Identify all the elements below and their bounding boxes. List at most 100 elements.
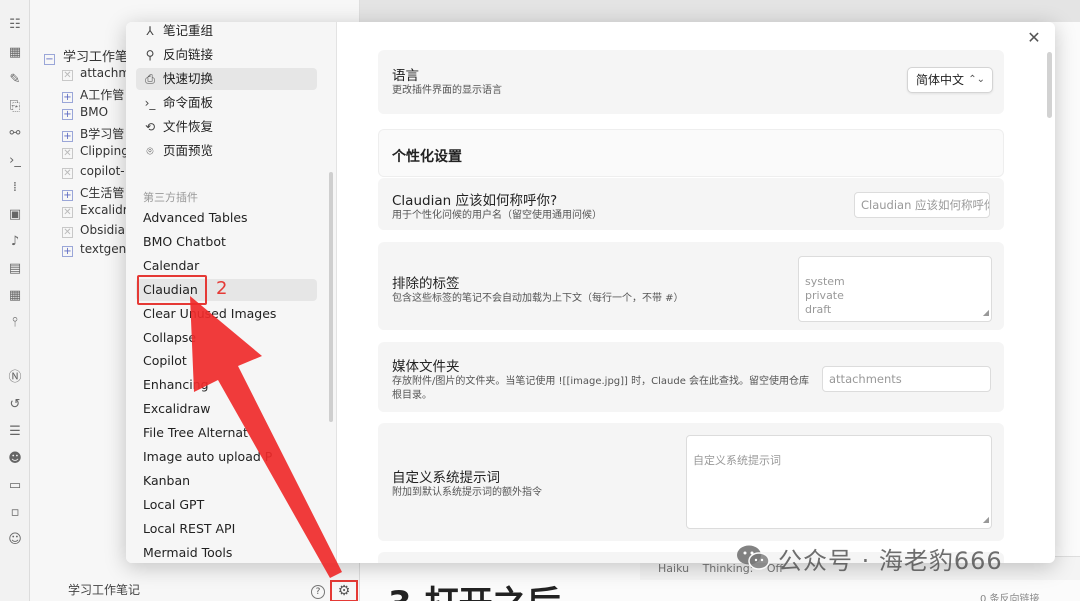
terminal-icon[interactable]: ›_ xyxy=(7,153,23,169)
tree-item[interactable]: ✕ Obsidia xyxy=(62,223,125,238)
terminal-icon: ›_ xyxy=(144,96,156,110)
tree-item-label: textgen xyxy=(80,242,127,257)
status-item-model[interactable]: Haiku xyxy=(658,562,689,575)
editor-heading: 3.打开之后 xyxy=(388,584,561,601)
expand-icon: + xyxy=(62,91,73,103)
settings-nav-label: 文件恢复 xyxy=(163,119,214,134)
language-select[interactable]: 简体中文 ⌃⌄ xyxy=(907,67,993,93)
settings-nav-plugin-item[interactable]: Mermaid Tools xyxy=(136,542,317,563)
tree-item[interactable]: + C生活管 xyxy=(62,184,124,201)
settings-nav-core-item[interactable]: ⚲ 反向链接 xyxy=(136,44,317,66)
link-icon: ⚲ xyxy=(145,48,155,62)
personalization-title: 个性化设置 xyxy=(392,149,462,165)
settings-nav-plugin-item[interactable]: Copilot xyxy=(136,350,317,372)
notion-icon[interactable]: Ⓝ xyxy=(7,370,23,386)
settings-nav-plugin-item[interactable]: Advanced Tables xyxy=(136,207,317,229)
layout-icon[interactable]: ▤ xyxy=(7,261,23,277)
settings-nav-core-item[interactable]: ⟲ 文件恢复 xyxy=(136,116,317,138)
resize-grip-icon[interactable]: ◢ xyxy=(983,513,989,527)
chat-icon[interactable]: ▭ xyxy=(7,478,23,494)
file-search-icon: ⎙ xyxy=(145,72,155,86)
settings-nav-plugin-item[interactable]: Local REST API xyxy=(136,518,317,540)
media-folder-setting: 媒体文件夹 存放附件/图片的文件夹。当笔记使用 ![[image.jpg]] 时… xyxy=(378,342,1004,412)
expand-icon: + xyxy=(62,130,73,142)
user-name-input[interactable]: Claudian 应该如何称呼你 xyxy=(854,192,990,218)
settings-nav-core-item[interactable]: ⌾ 页面预览 xyxy=(136,140,317,162)
settings-nav-label: 命令面板 xyxy=(163,95,214,110)
tree-item[interactable]: + textgen xyxy=(62,242,127,258)
table-icon[interactable]: ▦ xyxy=(7,288,23,304)
grid-icon[interactable]: ▦ xyxy=(7,45,23,61)
language-select-value: 简体中文 xyxy=(916,73,965,87)
tree-item[interactable]: ✕ copilot- xyxy=(62,164,125,179)
list-add-icon[interactable]: ☰ xyxy=(7,424,23,440)
tree-item-label: copilot- xyxy=(80,164,125,178)
numbers-icon[interactable]: ⁞ xyxy=(7,180,23,196)
graph-icon[interactable]: ⚯ xyxy=(7,126,23,142)
history-icon[interactable]: ↺ xyxy=(7,397,23,413)
tree-item[interactable]: ✕ attachm xyxy=(62,66,130,81)
canvas-icon[interactable]: ▣ xyxy=(7,207,23,223)
media-folder-input[interactable]: attachments xyxy=(822,366,991,392)
settings-nav-plugin-item[interactable]: Image auto upload P xyxy=(136,446,317,468)
settings-nav-plugin-item[interactable]: Local GPT xyxy=(136,494,317,516)
third-party-section-label: 第三方插件 xyxy=(143,191,198,204)
content-scrollbar[interactable] xyxy=(1047,52,1052,118)
tree-item-label: attachm xyxy=(80,66,131,80)
tree-item[interactable]: ✕ Excalidr xyxy=(62,203,128,219)
settings-nav-plugin-item[interactable]: Clear Unused Images xyxy=(136,303,317,325)
settings-nav-core-item[interactable]: ›_ 命令面板 xyxy=(136,92,317,114)
tree-item[interactable]: + B学习管 xyxy=(62,125,124,142)
mic-icon[interactable]: ♪ xyxy=(7,234,23,250)
system-prompt-setting: 自定义系统提示词 附加到默认系统提示词的额外指令 自定义系统提示词 ◢ xyxy=(378,423,1004,541)
settings-nav-plugin-item[interactable]: Excalidraw xyxy=(136,398,317,420)
user-name-setting: Claudian 应该如何称呼你? 用于个性化问候的用户名（留空使用通用问候） … xyxy=(378,178,1004,230)
settings-gear-button[interactable]: ⚙ xyxy=(330,580,358,601)
excluded-tags-textarea[interactable]: system private draft ◢ xyxy=(798,256,992,322)
settings-nav-plugin-item[interactable]: File Tree Alternat xyxy=(136,422,317,444)
annotation-number-2: 2 xyxy=(216,278,228,299)
robot-icon[interactable]: ☺ xyxy=(7,532,23,548)
file-search-icon[interactable]: ⎘ xyxy=(7,99,23,115)
sidebar-scrollbar[interactable] xyxy=(329,172,333,422)
resize-grip-icon[interactable]: ◢ xyxy=(983,306,989,320)
file-icon: ✕ xyxy=(62,207,73,219)
user-name-title: Claudian 应该如何称呼你? xyxy=(392,193,558,209)
bot-icon[interactable]: ☻ xyxy=(7,451,23,467)
tree-item-label: Excalidr xyxy=(80,203,128,218)
settings-nav-label: 快速切换 xyxy=(163,71,214,86)
tree-item[interactable]: + BMO xyxy=(62,105,108,121)
brush-icon[interactable]: ✎ xyxy=(7,72,23,88)
settings-nav-plugin-item[interactable]: Collapse xyxy=(136,327,317,349)
settings-nav-core-item[interactable]: ⅄ 笔记重组 xyxy=(136,22,317,42)
help-icon[interactable]: ? xyxy=(311,585,325,599)
file-icon: ✕ xyxy=(62,226,73,238)
excluded-tags-desc: 包含这些标签的笔记不会自动加载为上下文（每行一个，不带 #） xyxy=(392,293,684,304)
file-icon: ✕ xyxy=(62,148,73,160)
expand-icon: + xyxy=(62,246,73,258)
tree-item[interactable]: ✕ Clipping xyxy=(62,144,129,160)
expand-icon: + xyxy=(62,189,73,201)
excluded-tags-title: 排除的标签 xyxy=(392,276,460,292)
thermometer-icon[interactable]: ⫯ xyxy=(7,315,23,331)
settings-nav-core-item[interactable]: ⎙ 快速切换 xyxy=(136,68,317,90)
tree-item[interactable]: + A工作管 xyxy=(62,86,124,103)
tree-item-label: Clipping xyxy=(80,144,129,159)
tree-item-label: C生活管 xyxy=(80,185,125,200)
collapse-icon[interactable]: − xyxy=(44,54,55,65)
settings-nav-plugin-item[interactable]: Calendar xyxy=(136,255,317,277)
system-prompt-textarea[interactable]: 自定义系统提示词 ◢ xyxy=(686,435,992,529)
expand-icon: + xyxy=(62,109,73,121)
tree-item-label: B学习管 xyxy=(80,126,125,141)
file-icon: ✕ xyxy=(62,168,73,179)
language-title: 语言 xyxy=(392,68,419,84)
watermark-text: 公众号 · 海老豹666 xyxy=(778,546,1003,575)
close-icon[interactable]: ✕ xyxy=(1026,30,1042,46)
list-icon[interactable]: ☷ xyxy=(7,17,23,33)
wechat-icon xyxy=(736,544,770,572)
settings-nav-plugin-item[interactable]: Kanban xyxy=(136,470,317,492)
terminal-box-icon[interactable]: ▫ xyxy=(7,505,23,521)
preview-icon: ⌾ xyxy=(146,144,154,158)
settings-nav-plugin-item[interactable]: Enhancing xyxy=(136,374,317,396)
settings-nav-plugin-item[interactable]: BMO Chatbot xyxy=(136,231,317,253)
